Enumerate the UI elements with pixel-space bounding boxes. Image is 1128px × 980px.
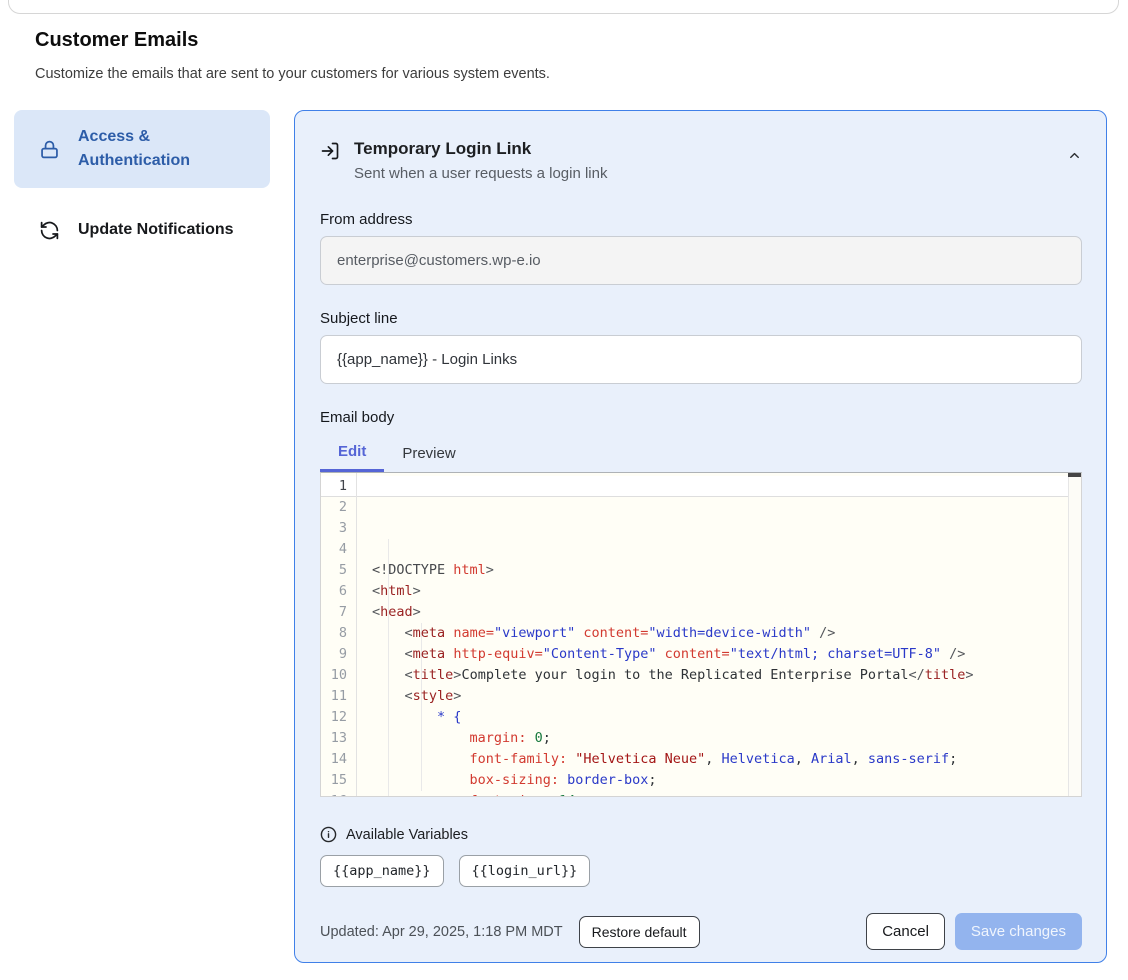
panel-header: Temporary Login Link Sent when a user re… (320, 136, 1082, 186)
line-number: 2 (321, 497, 356, 518)
subject-line-label: Subject line (320, 310, 1082, 327)
email-body-label: Email body (320, 409, 1082, 426)
line-number: 11 (321, 686, 356, 707)
tab-edit[interactable]: Edit (320, 434, 384, 472)
tab-preview[interactable]: Preview (384, 434, 473, 472)
save-changes-button[interactable]: Save changes (955, 913, 1082, 950)
line-number: 9 (321, 644, 356, 665)
sidebar-item-label: Update Notifications (78, 218, 234, 242)
line-number: 8 (321, 623, 356, 644)
available-variables-label: Available Variables (346, 827, 468, 843)
refresh-icon (39, 220, 60, 241)
temporary-login-link-panel: Temporary Login Link Sent when a user re… (294, 110, 1107, 963)
editor-scrollbar-track[interactable] (1068, 473, 1081, 796)
code-line: margin: 0; (372, 728, 1068, 749)
code-content[interactable]: <!DOCTYPE html><html><head> <meta name="… (358, 473, 1068, 796)
from-address-input[interactable] (320, 236, 1082, 285)
cancel-button[interactable]: Cancel (866, 913, 945, 950)
code-line: <!DOCTYPE html> (372, 560, 1068, 581)
log-in-icon (320, 141, 340, 186)
code-line: font-family: "Helvetica Neue", Helvetica… (372, 749, 1068, 770)
sidebar-item-update-notifications[interactable]: Update Notifications (14, 206, 270, 254)
editor-scrollbar-thumb[interactable] (1068, 473, 1081, 477)
code-line: font-size: 14px; (372, 791, 1068, 796)
panel-footer: Updated: Apr 29, 2025, 1:18 PM MDT Resto… (320, 913, 1082, 950)
panel-title: Temporary Login Link (354, 136, 607, 161)
chevron-up-icon[interactable] (1067, 148, 1082, 186)
variable-chip-login-url[interactable]: {{login_url}} (459, 855, 591, 887)
subject-line-input[interactable] (320, 335, 1082, 384)
code-line: <style> (372, 686, 1068, 707)
line-number: 1 (321, 476, 356, 497)
panel-subtitle: Sent when a user requests a login link (354, 161, 607, 186)
code-line: <meta http-equiv="Content-Type" content=… (372, 644, 1068, 665)
line-number: 13 (321, 728, 356, 749)
email-body-tabs: Edit Preview (320, 434, 1082, 472)
code-line: box-sizing: border-box; (372, 770, 1068, 791)
line-number: 6 (321, 581, 356, 602)
updated-timestamp: Updated: Apr 29, 2025, 1:18 PM MDT (320, 924, 563, 940)
from-address-label: From address (320, 211, 1082, 228)
line-number: 16 (321, 791, 356, 797)
info-icon (320, 826, 337, 843)
line-number: 10 (321, 665, 356, 686)
line-number: 3 (321, 518, 356, 539)
sidebar-item-label: Access & Authentication (78, 125, 208, 173)
page-title: Customer Emails (35, 29, 198, 52)
email-types-sidebar: Access & Authentication Update Notificat… (14, 110, 270, 254)
variable-chip-app-name[interactable]: {{app_name}} (320, 855, 444, 887)
line-number: 12 (321, 707, 356, 728)
line-number: 7 (321, 602, 356, 623)
code-line: <html> (372, 581, 1068, 602)
line-number: 14 (321, 749, 356, 770)
code-line: <title>Complete your login to the Replic… (372, 665, 1068, 686)
previous-panel-edge (8, 0, 1119, 14)
line-number-gutter: 12345678910111213141516 (321, 473, 357, 796)
line-number: 5 (321, 560, 356, 581)
code-line: * { (372, 707, 1068, 728)
sidebar-item-access-authentication[interactable]: Access & Authentication (14, 110, 270, 188)
line-number: 15 (321, 770, 356, 791)
variable-chips: {{app_name}} {{login_url}} (320, 855, 1082, 887)
page-subtitle: Customize the emails that are sent to yo… (35, 66, 550, 82)
line-number: 4 (321, 539, 356, 560)
restore-default-button[interactable]: Restore default (579, 916, 700, 948)
email-body-code-editor[interactable]: 12345678910111213141516 <!DOCTYPE html><… (320, 472, 1082, 797)
code-line: <head> (372, 602, 1068, 623)
lock-icon (39, 139, 60, 160)
code-line: <meta name="viewport" content="width=dev… (372, 623, 1068, 644)
